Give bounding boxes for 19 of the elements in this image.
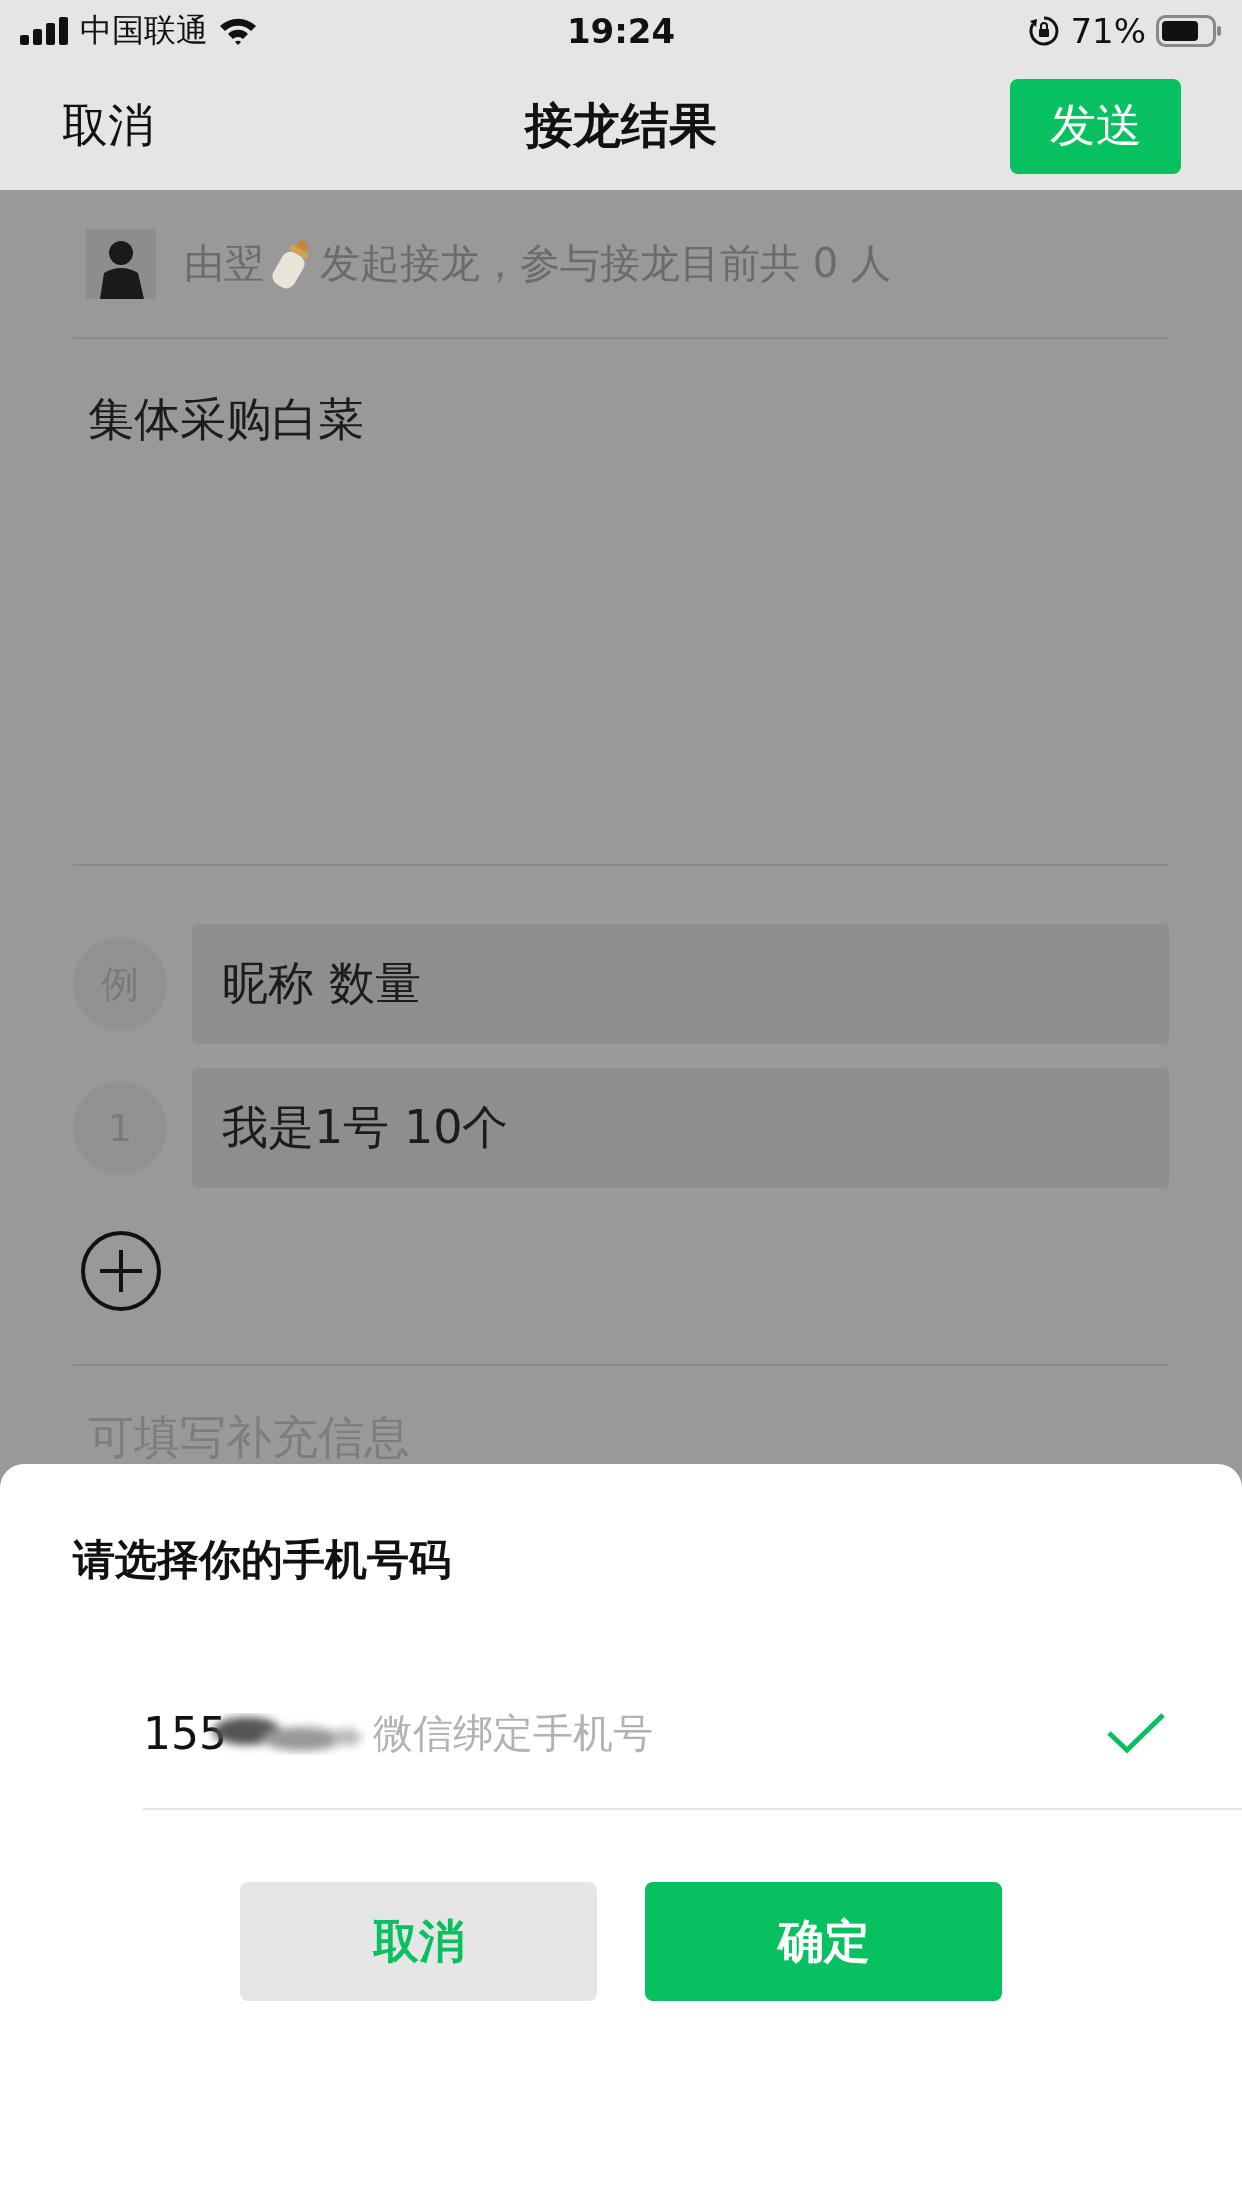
rotation-lock-icon [1028,15,1061,47]
entry-field[interactable]: 昵称 数量 [192,924,1169,1044]
page-title: 接龙结果 [525,96,717,155]
status-time: 19:24 [566,11,676,51]
avatar [86,228,156,299]
entry-field[interactable]: 我是1号 10个 [192,1068,1169,1188]
checkmark-icon [1106,1711,1166,1755]
battery-icon [1156,15,1222,47]
sheet-title: 请选择你的手机号码 [73,1534,451,1586]
phone-option[interactable]: 155 微信绑定手机号 [143,1668,1242,1810]
battery-percent: 71% [1070,11,1146,51]
option-label: 微信绑定手机号 [373,1708,653,1758]
signal-icon [20,17,70,45]
add-icon[interactable] [80,1230,162,1312]
carrier-name: 中国联通 [80,10,208,51]
wifi-icon [218,16,258,46]
cancel-button[interactable]: 取消 [62,95,154,157]
topic-text: 集体采购白菜 [88,392,364,446]
phone-number: 155 [143,1707,227,1759]
